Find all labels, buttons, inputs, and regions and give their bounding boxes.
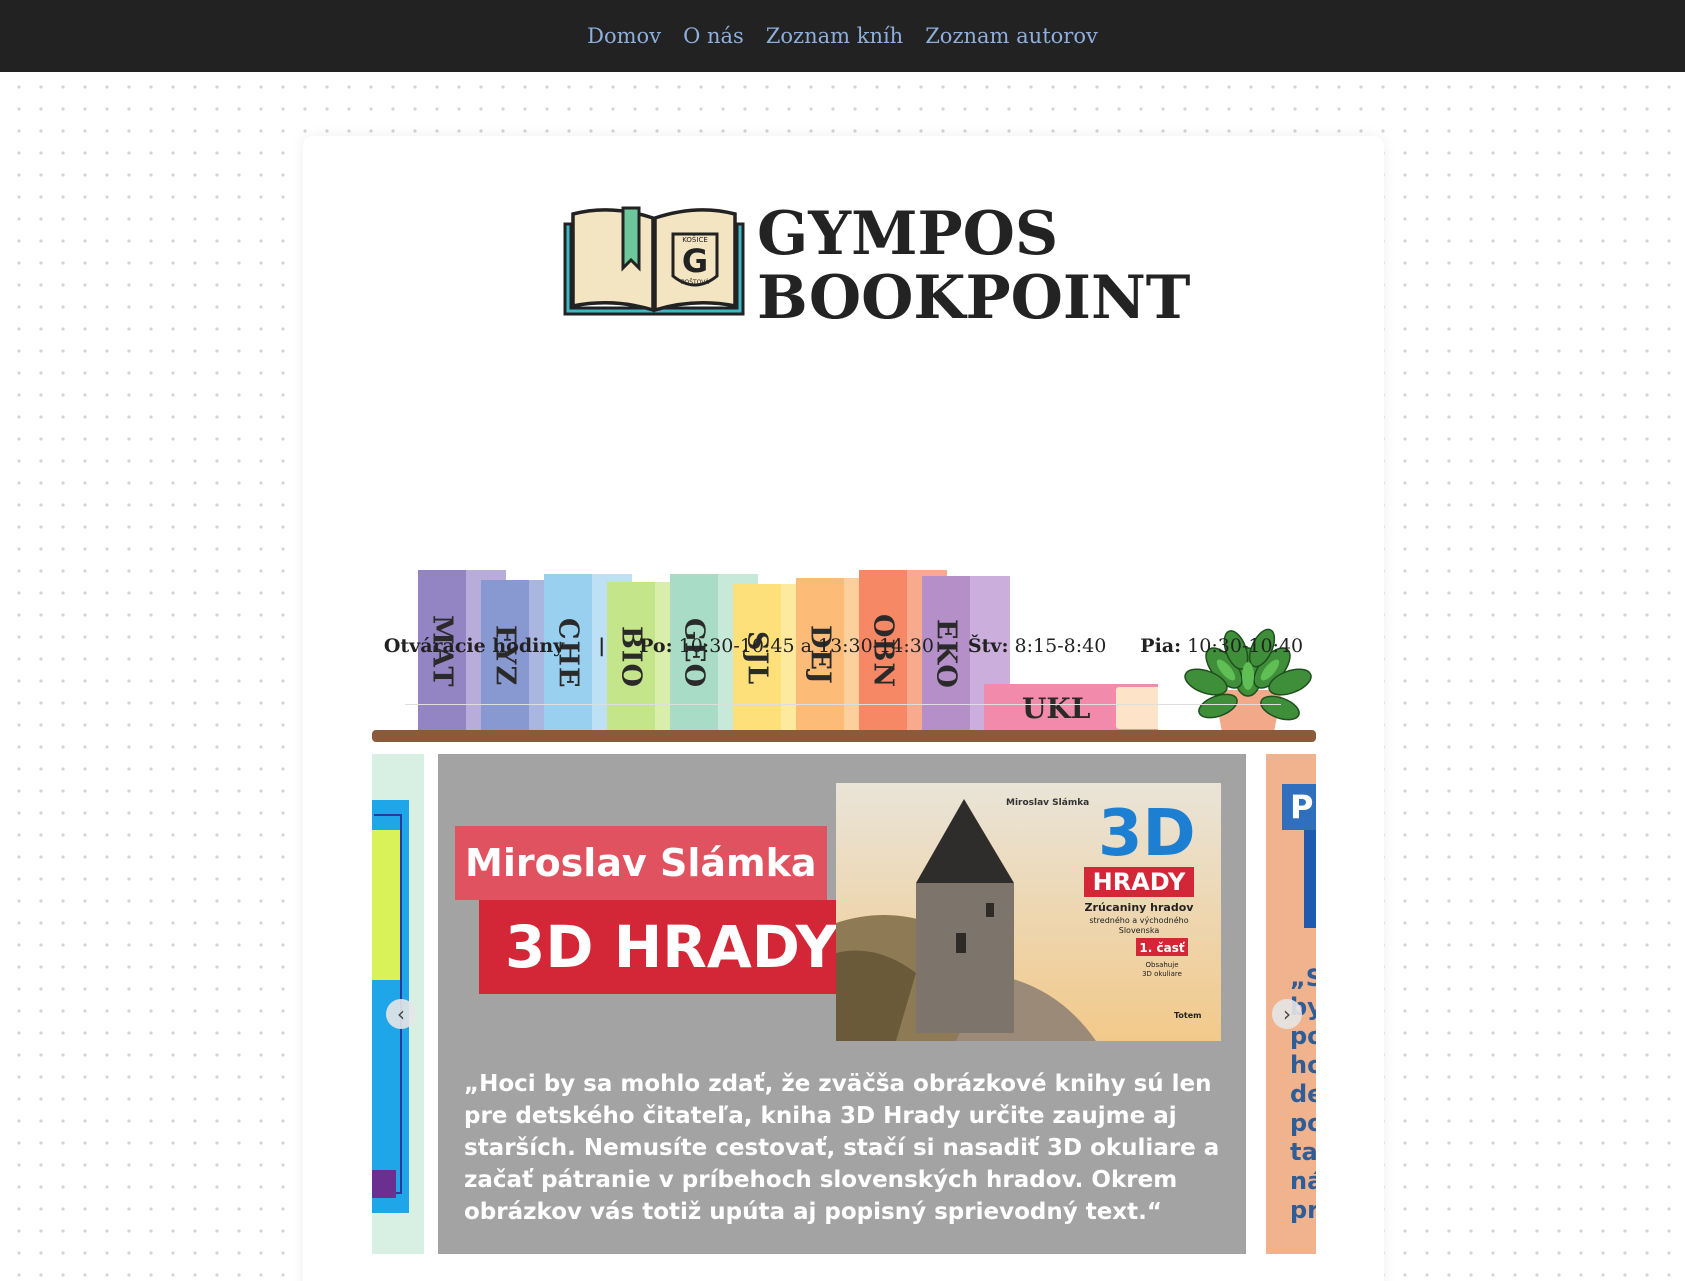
hours-friday: Pia: 10:30-10:40 [1140,635,1304,657]
opening-hours-title: Otváracie hodiny [383,635,565,657]
svg-text:Slovenska: Slovenska [1119,926,1160,935]
shelf-board [372,730,1316,742]
svg-text:3D: 3D [1098,797,1196,871]
svg-text:stredného a východného: stredného a východného [1089,915,1188,925]
carousel-current-slide[interactable]: Miroslav Slámka 3D HRADY Miroslav Slámka [438,754,1246,1254]
divider [405,704,1281,705]
slide-author: Miroslav Slámka [455,826,827,900]
site-logo[interactable]: KOŠICE G POŠTOVÁ GYMPOS BOOKPOINT [561,202,1190,332]
svg-text:Zrúcaniny hradov: Zrúcaniny hradov [1085,901,1195,914]
book-ukl-label: UKL [1022,691,1091,725]
logo-line-2: BOOKPOINT [757,263,1191,333]
open-book-logo-icon: KOŠICE G POŠTOVÁ [563,206,745,316]
carousel-next-button[interactable]: › [1272,999,1302,1029]
slide-title: 3D HRADY [479,900,860,994]
carousel-prev-button[interactable]: ‹ [386,999,416,1029]
bookshelf: MAT FYZ CHE BIO GEO SJL DEJ OBN EKO UKL [372,426,1316,742]
svg-text:1. časť: 1. časť [1139,941,1185,955]
hours-thursday: Štv: 8:15-8:40 [967,635,1107,657]
logo-line-1: GYMPOS [757,199,1059,269]
next-slide-letter: P [1282,784,1316,830]
svg-text:Obsahuje: Obsahuje [1145,961,1178,969]
nav-link-about[interactable]: O nás [683,24,744,48]
svg-text:Miroslav Slámka: Miroslav Slámka [1006,798,1089,808]
book-carousel: Miroslav Slámka 3D HRADY Miroslav Slámka [372,754,1316,1254]
opening-hours-separator: | [598,635,606,657]
hours-monday: Po: 10:30-10:45 a 13:30-14:30 [639,635,934,657]
slide-quote: „Hoci by sa mohlo zdať, že zväčša obrázk… [464,1071,1220,1225]
main-card: KOŠICE G POŠTOVÁ GYMPOS BOOKPOINT MAT FYZ… [303,136,1384,1281]
svg-text:HRADY: HRADY [1093,868,1186,896]
svg-text:Totem: Totem [1174,1011,1201,1020]
logo-wordmark: GYMPOS BOOKPOINT [757,202,1190,330]
nav-link-books[interactable]: Zoznam kníh [766,24,903,48]
svg-text:3D okuliare: 3D okuliare [1142,970,1182,978]
book-cover-image: Miroslav Slámka 3D HRADY Zrúcaniny hrado… [836,783,1221,1041]
top-navigation: Domov O nás Zoznam kníh Zoznam autorov [0,0,1685,72]
nav-link-home[interactable]: Domov [587,24,661,48]
book-ukl[interactable]: UKL [984,684,1158,732]
nav-link-authors[interactable]: Zoznam autorov [925,24,1098,48]
svg-text:POŠTOVÁ: POŠTOVÁ [681,279,710,286]
svg-text:G: G [682,242,708,280]
opening-hours: Otváracie hodiny | Po: 10:30-10:45 a 13:… [303,626,1384,666]
